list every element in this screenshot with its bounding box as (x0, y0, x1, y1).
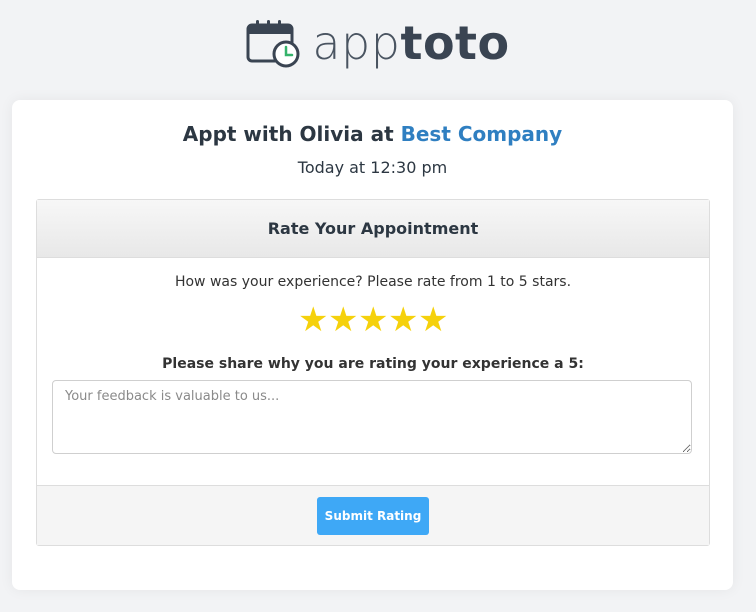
company-name: Best Company (400, 122, 563, 146)
appointment-time: Today at 12:30 pm (297, 158, 448, 177)
app-logo: apptoto (0, 12, 756, 74)
rating-question: How was your experience? Please rate fro… (174, 274, 572, 290)
star-icon-4[interactable]: ★ (388, 300, 418, 340)
feedback-textarea[interactable] (52, 380, 692, 454)
calendar-clock-icon (246, 20, 300, 68)
logo-wordmark-light: app (312, 16, 401, 70)
logo-wordmark-bold: toto (400, 16, 510, 70)
appointment-card: Appt with Olivia at Best Company Today a… (12, 100, 733, 590)
star-icon-3[interactable]: ★ (358, 300, 388, 340)
rating-panel-body: How was your experience? Please rate fro… (37, 258, 709, 486)
rating-panel: Rate Your Appointment How was your exper… (36, 199, 710, 546)
appointment-title-prefix: Appt with Olivia at (182, 122, 401, 146)
star-rating[interactable]: ★ ★ ★ ★ ★ (37, 300, 709, 340)
rating-panel-footer: Submit Rating (37, 485, 709, 545)
star-icon-1[interactable]: ★ (298, 300, 328, 340)
star-icon-2[interactable]: ★ (328, 300, 358, 340)
submit-rating-button[interactable]: Submit Rating (317, 496, 429, 535)
feedback-label: Please share why you are rating your exp… (162, 356, 584, 372)
star-icon-5[interactable]: ★ (418, 300, 448, 340)
logo-wordmark: apptoto (312, 20, 509, 66)
rating-panel-header: Rate Your Appointment (37, 200, 709, 258)
appointment-title: Appt with Olivia at Best Company (12, 122, 733, 146)
